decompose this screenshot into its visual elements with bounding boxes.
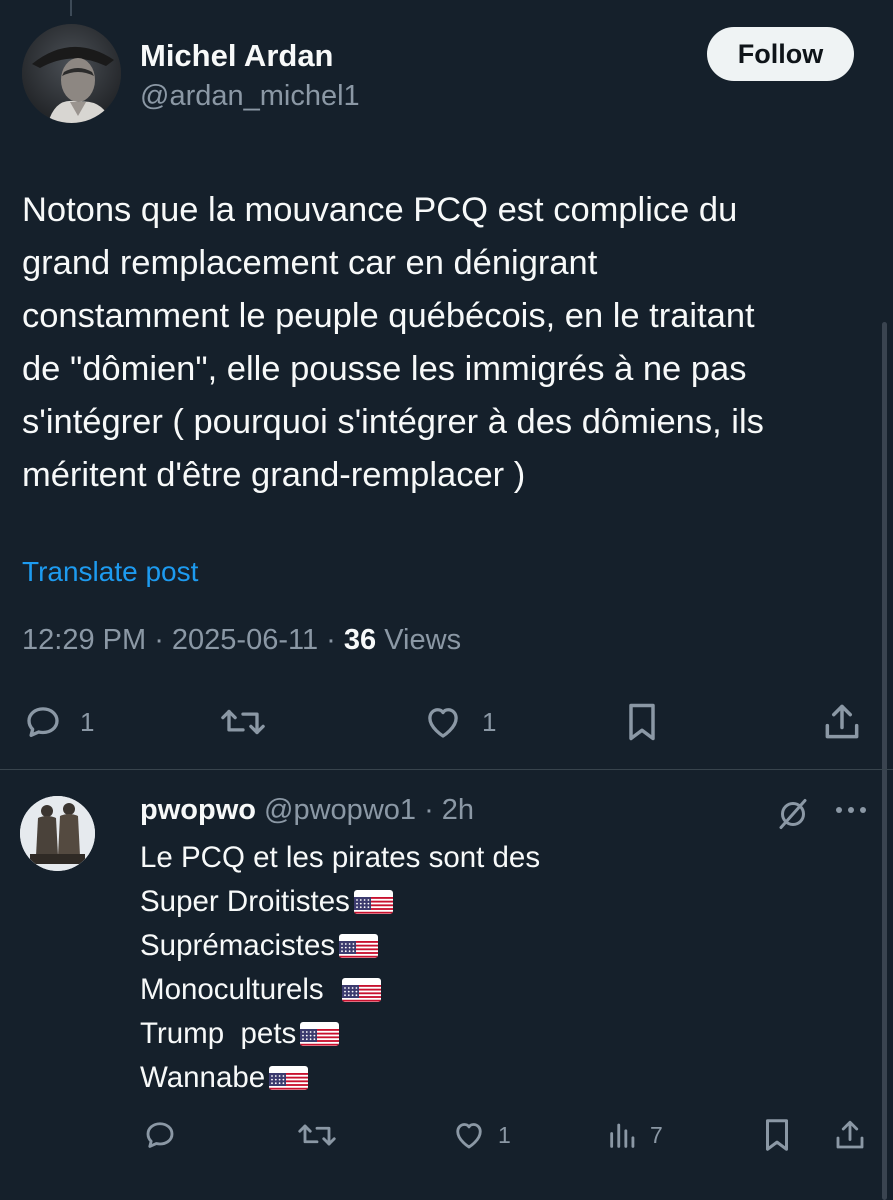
reply-post[interactable]: pwopwo @pwopwo1 · 2h Le PCQ et les pirat… (0, 770, 893, 1200)
reply-text-line: Super Droitistes (140, 880, 540, 924)
share-icon (836, 1120, 864, 1149)
share-button[interactable] (832, 1110, 868, 1160)
reply-text-line: Le PCQ et les pirates sont des (140, 836, 540, 880)
more-options-button[interactable] (833, 800, 869, 825)
grok-icon (779, 799, 807, 829)
reply-line-text: Wannabe (140, 1061, 266, 1094)
us-flag-icon (339, 934, 379, 958)
reply-line-text: Le PCQ et les pirates sont des (140, 841, 541, 874)
bookmark-button[interactable] (622, 690, 662, 754)
heart-icon (456, 1123, 482, 1149)
reply-line-text: Trump pets (140, 1017, 297, 1050)
like-count: 1 (482, 706, 497, 737)
post-text-line: de "dômien", elle pousse les immigrés à … (22, 350, 747, 388)
reply-icon (146, 1122, 174, 1148)
like-count: 1 (498, 1121, 511, 1148)
repost-button[interactable] (218, 690, 268, 754)
post-text-line: grand remplacement car en dénigrant (22, 244, 598, 282)
reply-line-text: Monoculturels (140, 973, 332, 1006)
meta-separator: · (416, 794, 442, 826)
author-name[interactable]: Michel Ardan (140, 38, 334, 74)
avatar[interactable] (22, 24, 121, 123)
more-dots-icon (836, 807, 866, 813)
share-icon (825, 704, 859, 739)
reply-button[interactable] (142, 1110, 178, 1160)
author-handle[interactable]: @ardan_michel1 (140, 80, 360, 113)
post-text-line: méritent d'être grand-remplacer ) (22, 456, 526, 494)
reply-header: pwopwo @pwopwo1 · 2h (140, 794, 474, 827)
like-button[interactable]: 1 (450, 1110, 511, 1160)
views-count: 7 (650, 1121, 663, 1148)
us-flag-icon (300, 1022, 340, 1046)
reply-line-text: Super Droitistes (140, 885, 350, 918)
post-action-bar: 1 1 (0, 690, 893, 754)
analytics-icon (610, 1123, 635, 1148)
avatar-portrait-image (22, 24, 121, 123)
views-label: Views (384, 624, 462, 656)
post-meta: 12:29 PM · 2025-06-11 · 36 Views (22, 624, 461, 657)
avatar[interactable] (20, 796, 95, 871)
meta-separator: · (146, 624, 172, 656)
post-time[interactable]: 12:29 PM (22, 624, 146, 656)
follow-button[interactable]: Follow (707, 27, 854, 81)
reply-count: 1 (80, 706, 95, 737)
reply-time[interactable]: 2h (442, 794, 474, 826)
post-text-line: s'intégrer ( pourquoi s'intégrer à des d… (22, 403, 764, 441)
main-post: Michel Ardan @ardan_michel1 Follow Noton… (0, 0, 893, 770)
reply-action-bar: 1 7 (0, 1110, 893, 1160)
like-button[interactable]: 1 (420, 690, 496, 754)
translate-post-link[interactable]: Translate post (22, 556, 198, 588)
post-text-line: Notons que la mouvance PCQ est complice … (22, 191, 738, 229)
views-button[interactable]: 7 (606, 1110, 663, 1160)
meta-separator: · (318, 624, 344, 656)
bookmark-icon (765, 1119, 789, 1151)
avatar-statue-image (20, 796, 95, 871)
post-text-line: constamment le peuple québécois, en le t… (22, 297, 755, 335)
reply-text-line: Suprémacistes (140, 924, 540, 968)
reply-text-line: Wannabe (140, 1056, 540, 1100)
reply-icon (27, 707, 59, 737)
post-text: Notons que la mouvance PCQ est complice … (22, 184, 872, 502)
reply-line-text: Suprémacistes (140, 929, 336, 962)
us-flag-icon (269, 1066, 309, 1090)
reply-author-handle[interactable]: @pwopwo1 (264, 794, 416, 826)
bookmark-button[interactable] (760, 1110, 794, 1160)
views-count: 36 (343, 624, 377, 656)
reply-text-line: Monoculturels (140, 968, 540, 1012)
us-flag-icon (341, 978, 381, 1002)
repost-button[interactable] (296, 1110, 338, 1160)
post-date[interactable]: 2025-06-11 (172, 624, 318, 656)
bookmark-icon (629, 703, 655, 741)
reply-text: Le PCQ et les pirates sont des Super Dro… (140, 836, 540, 1100)
us-flag-icon (353, 890, 393, 914)
repost-icon (221, 709, 265, 735)
reply-text-line: Trump pets (140, 1012, 540, 1056)
repost-icon (298, 1124, 336, 1146)
grok-button[interactable] (775, 796, 811, 837)
share-button[interactable] (820, 690, 864, 754)
reply-author-name[interactable]: pwopwo (140, 794, 256, 826)
heart-icon (428, 708, 458, 738)
reply-button[interactable]: 1 (22, 690, 94, 754)
